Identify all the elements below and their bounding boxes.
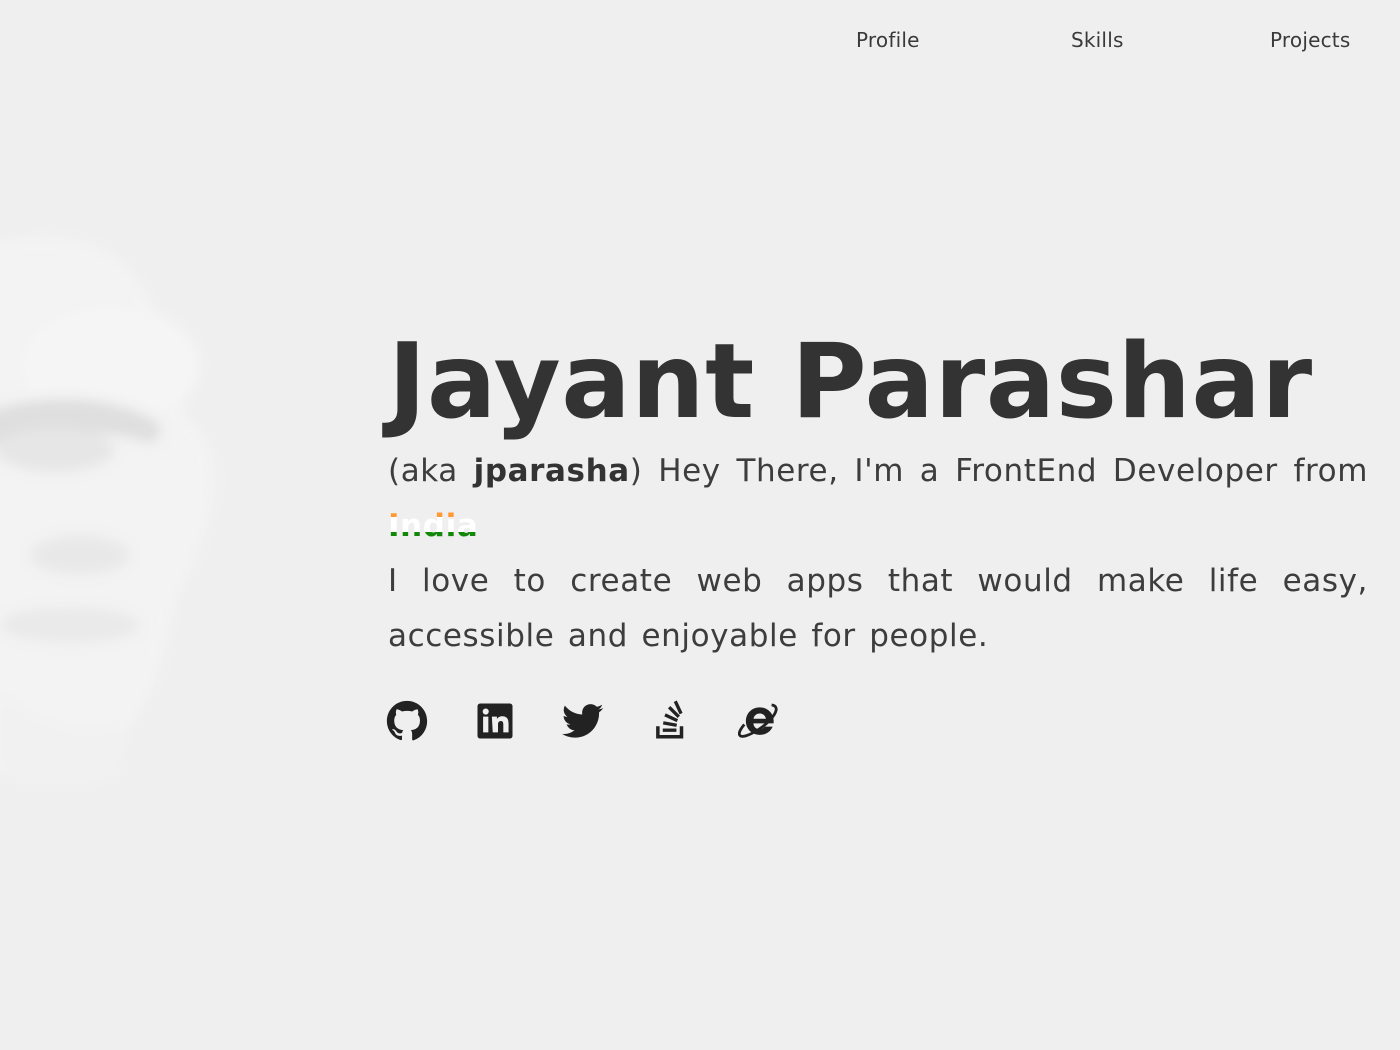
github-link[interactable] <box>386 699 428 743</box>
stackoverflow-icon <box>656 700 684 739</box>
github-icon <box>386 700 428 741</box>
country-india: India <box>388 499 478 554</box>
country-line: India <box>388 499 1368 554</box>
hero-alias: jparasha <box>473 453 630 489</box>
twitter-link[interactable] <box>562 699 604 743</box>
intro-line: (aka jparasha) Hey There, I'm a FrontEnd… <box>388 444 1368 499</box>
page: Profile Skills Projects Jayant Parashar … <box>0 0 1400 1050</box>
hero-name: Jayant Parashar <box>388 322 1313 442</box>
nav-link-skills[interactable]: Skills <box>1071 28 1124 52</box>
intro-rest: ) Hey There, I'm a FrontEnd Developer fr… <box>629 453 1368 489</box>
linkedin-link[interactable] <box>474 699 516 743</box>
linkedin-icon <box>477 703 513 739</box>
nav-link-profile[interactable]: Profile <box>856 28 920 52</box>
hero-intro: (aka jparasha) Hey There, I'm a FrontEnd… <box>388 444 1368 664</box>
stackoverflow-link[interactable] <box>650 699 692 743</box>
hero-section: Jayant Parashar (aka jparasha) Hey There… <box>388 322 1368 664</box>
twitter-icon <box>562 704 604 738</box>
profile-portrait <box>0 236 215 791</box>
social-links <box>386 699 780 743</box>
nav-link-projects[interactable]: Projects <box>1270 28 1350 52</box>
aka-prefix: (aka <box>388 453 474 489</box>
internet-explorer-link[interactable] <box>738 699 780 743</box>
internet-explorer-icon <box>738 703 778 738</box>
hero-tagline: I love to create web apps that would mak… <box>388 563 1368 654</box>
